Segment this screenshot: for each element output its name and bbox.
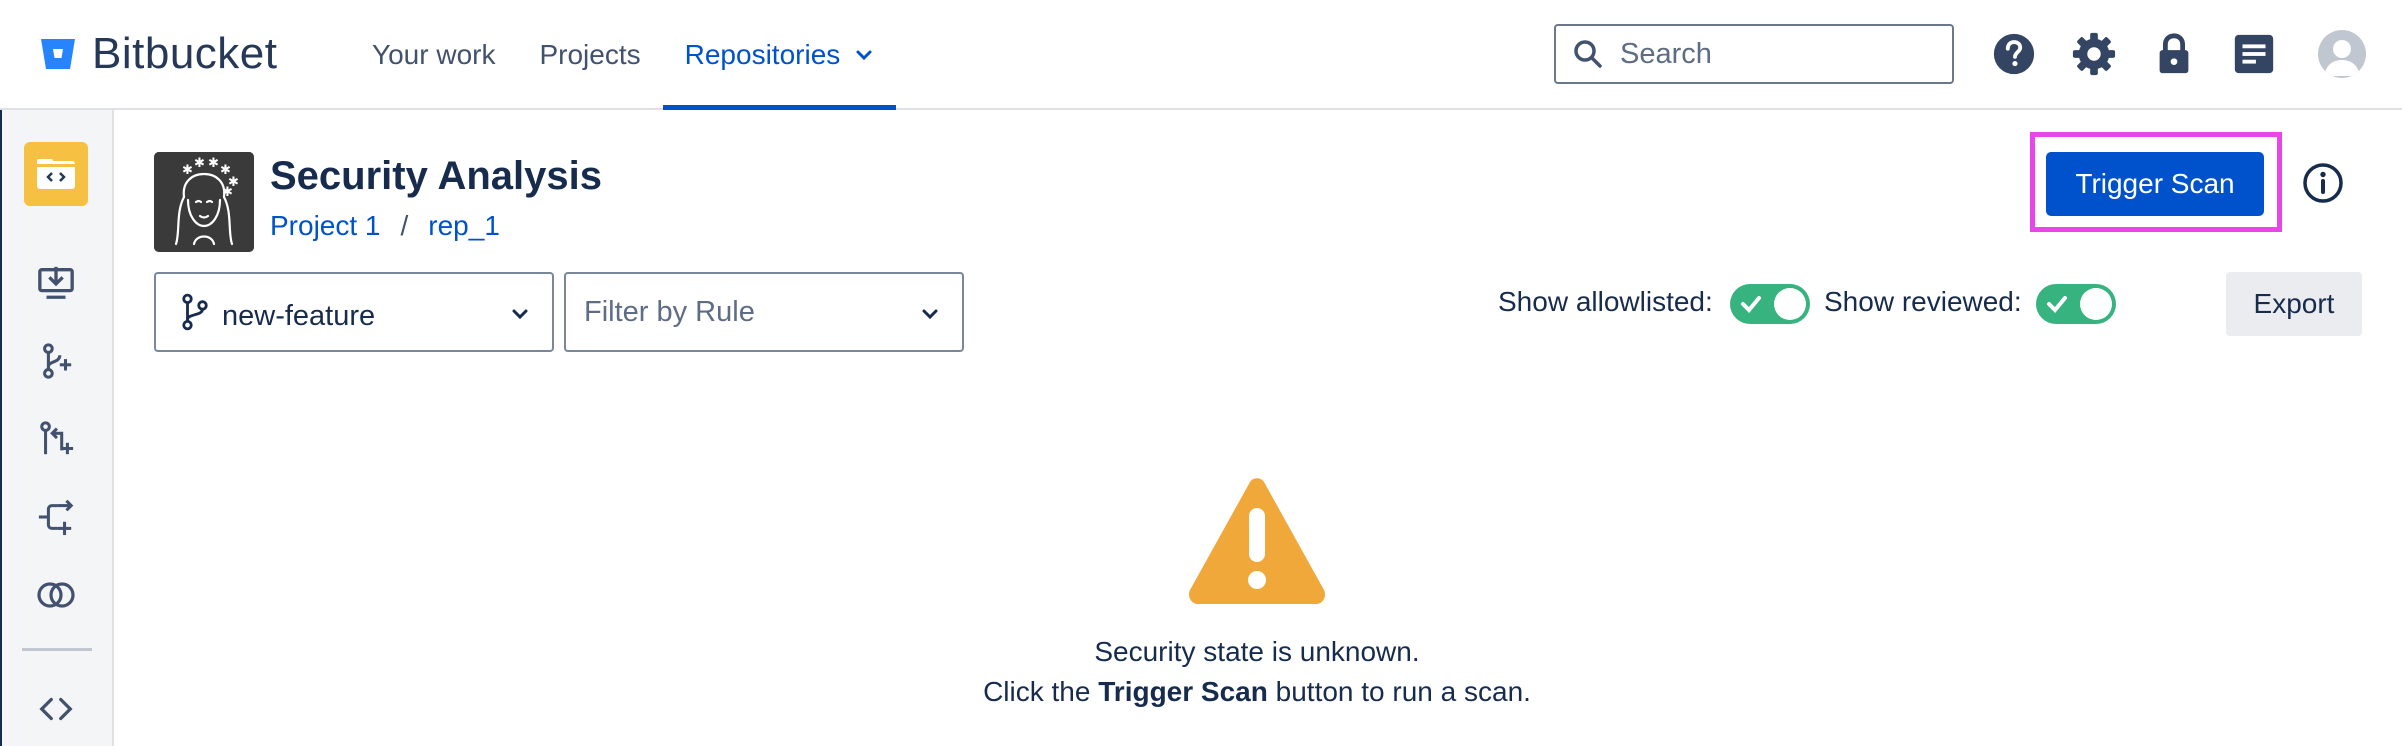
show-reviewed-label: Show reviewed: bbox=[1824, 286, 2022, 317]
empty-state-message: Security state is unknown. bbox=[1094, 636, 1420, 667]
toggle-knob bbox=[1774, 288, 1806, 320]
svg-text:✱: ✱ bbox=[182, 163, 193, 178]
source-icon bbox=[39, 697, 73, 721]
brand-name: Bitbucket bbox=[92, 29, 278, 78]
help-icon bbox=[1993, 33, 2035, 75]
user-avatar[interactable] bbox=[2318, 30, 2366, 78]
chevron-down-icon bbox=[512, 309, 528, 320]
branch-icon bbox=[182, 293, 208, 331]
search-icon bbox=[1574, 40, 1602, 68]
help-button[interactable] bbox=[1990, 30, 2038, 78]
page-title: Security Analysis bbox=[270, 154, 603, 198]
notes-button[interactable] bbox=[2230, 30, 2278, 78]
branch-selector-value: new-feature bbox=[222, 299, 376, 332]
branch-selector[interactable]: new-feature bbox=[154, 272, 554, 352]
sidebar-divider bbox=[22, 648, 92, 651]
breadcrumb-repo-link[interactable]: rep_1 bbox=[428, 210, 500, 242]
nav-your-work-label: Your work bbox=[372, 39, 496, 70]
warning-icon bbox=[1188, 478, 1326, 604]
bitbucket-logo-icon bbox=[41, 39, 75, 69]
info-icon bbox=[2303, 163, 2343, 203]
chevron-down-icon bbox=[922, 309, 938, 320]
compare-icon bbox=[37, 582, 75, 608]
chevron-down-icon bbox=[856, 50, 872, 61]
empty-state-instruction-emphasis: Trigger Scan bbox=[1098, 676, 1268, 707]
sidebar-item-source[interactable] bbox=[33, 686, 79, 732]
sidebar-item-compare[interactable] bbox=[33, 572, 79, 618]
rule-filter-selector[interactable]: Filter by Rule bbox=[564, 272, 964, 352]
bitbucket-logo[interactable]: Bitbucket bbox=[38, 26, 277, 82]
show-allowlisted-label: Show allowlisted: bbox=[1498, 286, 1713, 317]
svg-text:✱: ✱ bbox=[222, 185, 233, 200]
check-icon bbox=[1741, 296, 1761, 313]
show-allowlisted-toggle[interactable] bbox=[1730, 284, 1810, 324]
check-icon bbox=[2047, 296, 2067, 313]
export-button[interactable]: Export bbox=[2226, 272, 2362, 336]
search-input[interactable] bbox=[1618, 36, 1942, 72]
svg-text:✱: ✱ bbox=[194, 156, 205, 171]
repository-sidebar bbox=[0, 110, 114, 746]
admin-lock-button[interactable] bbox=[2150, 30, 2198, 78]
breadcrumb: Project 1 / rep_1 bbox=[270, 210, 500, 242]
sidebar-item-clone[interactable] bbox=[33, 260, 79, 306]
rule-filter-placeholder: Filter by Rule bbox=[584, 295, 755, 328]
nav-projects[interactable]: Projects bbox=[517, 0, 662, 110]
project-avatar[interactable]: ✱ ✱ ✱ ✱ ✱ ✱ bbox=[154, 152, 254, 252]
empty-state-instruction: Click the Trigger Scan button to run a s… bbox=[700, 676, 1814, 708]
sidebar-item-fork[interactable] bbox=[33, 494, 79, 540]
repository-avatar[interactable] bbox=[24, 142, 88, 206]
branch-create-icon bbox=[43, 343, 72, 379]
project-avatar-icon: ✱ ✱ ✱ ✱✱✱ bbox=[154, 152, 254, 252]
top-navigation-bar: Bitbucket Your work Projects Repositorie… bbox=[0, 0, 2402, 110]
show-reviewed-toggle[interactable] bbox=[2036, 284, 2116, 324]
repository-icon bbox=[37, 159, 75, 189]
empty-state-instruction-suffix: button to run a scan. bbox=[1275, 676, 1531, 707]
empty-state-instruction-prefix: Click the bbox=[983, 676, 1091, 707]
user-avatar-icon bbox=[2324, 40, 2360, 76]
info-button[interactable] bbox=[2300, 160, 2346, 206]
breadcrumb-separator: / bbox=[400, 210, 409, 241]
pull-request-create-icon bbox=[40, 421, 74, 455]
settings-button[interactable] bbox=[2070, 30, 2118, 78]
nav-repositories[interactable]: Repositories bbox=[662, 0, 897, 110]
search-box[interactable] bbox=[1554, 24, 1954, 84]
settings-icon bbox=[2072, 32, 2116, 76]
lock-icon bbox=[2159, 33, 2189, 74]
fork-icon bbox=[38, 499, 74, 536]
sidebar-item-create-branch[interactable] bbox=[33, 338, 79, 384]
sidebar-item-create-pull-request[interactable] bbox=[33, 416, 79, 462]
nav-your-work[interactable]: Your work bbox=[350, 0, 517, 110]
breadcrumb-project-link[interactable]: Project 1 bbox=[270, 210, 381, 242]
clone-icon bbox=[38, 266, 74, 299]
main-nav: Your work Projects Repositories bbox=[350, 0, 897, 110]
svg-text:✱: ✱ bbox=[208, 156, 219, 171]
trigger-scan-button[interactable]: Trigger Scan bbox=[2046, 152, 2264, 216]
notes-icon bbox=[2234, 34, 2274, 74]
nav-projects-label: Projects bbox=[539, 39, 641, 70]
nav-repositories-label: Repositories bbox=[684, 39, 841, 70]
toggle-knob bbox=[2080, 288, 2112, 320]
